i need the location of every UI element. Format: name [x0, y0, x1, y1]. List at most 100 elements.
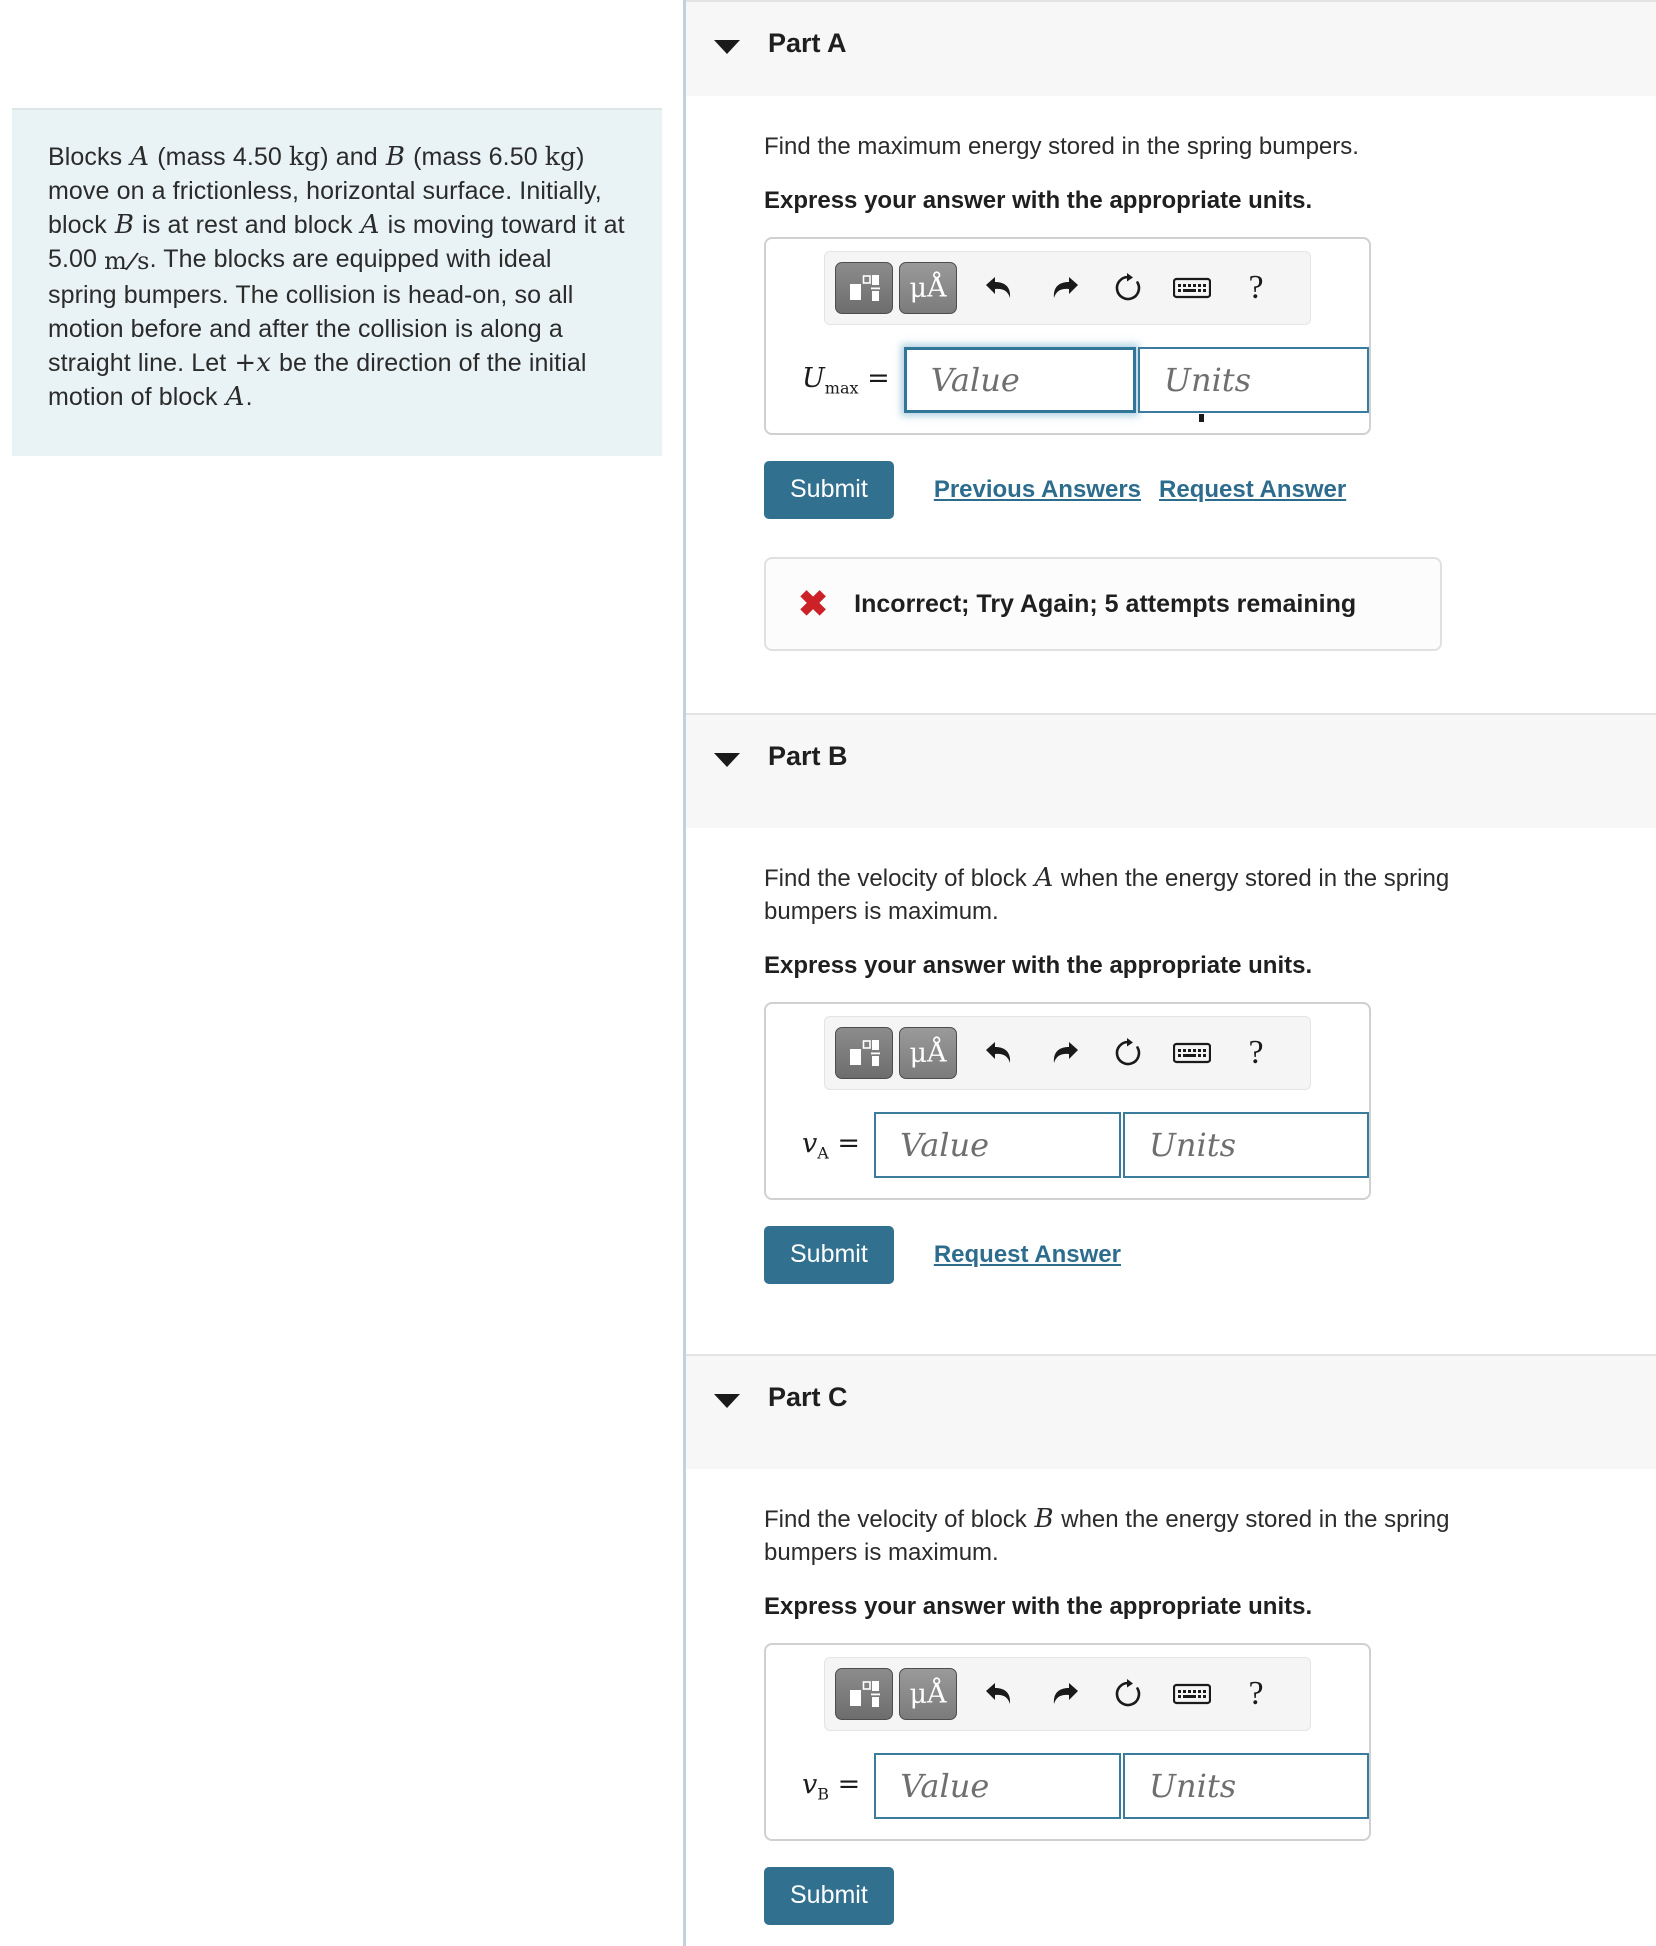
- part-a-title: Part A: [768, 28, 847, 58]
- part-b-body: Find the velocity of block A when the en…: [686, 828, 1656, 1354]
- part-c-submit-button[interactable]: Submit: [764, 1867, 894, 1925]
- incorrect-x-icon: ✖: [798, 583, 829, 624]
- part-b-value-input[interactable]: Value: [874, 1112, 1121, 1178]
- reset-circular-arrow-icon[interactable]: [1099, 1668, 1157, 1720]
- part-c-units-input[interactable]: Units: [1123, 1753, 1369, 1819]
- part-a-question: Find the maximum energy stored in the sp…: [764, 133, 1359, 160]
- keyboard-icon[interactable]: [1163, 1027, 1221, 1079]
- part-c-submit-row: Submit: [764, 1841, 1656, 1925]
- part-c-answer-panel: μÅ ? vB = Value Units: [764, 1643, 1371, 1841]
- part-b-units-input[interactable]: Units: [1122, 1112, 1369, 1178]
- chevron-down-icon[interactable]: [714, 1394, 740, 1408]
- part-c-instruction: Express your answer with the appropriate…: [764, 1593, 1313, 1620]
- help-question-mark-icon[interactable]: ?: [1227, 1668, 1285, 1720]
- part-c-equals: =: [837, 1768, 861, 1800]
- help-label: ?: [1248, 269, 1264, 306]
- math-fraction: m/s: [104, 246, 150, 276]
- reset-circular-arrow-icon[interactable]: [1099, 1027, 1157, 1079]
- part-c-variable-base: v: [802, 1768, 818, 1800]
- part-a-instruction: Express your answer with the appropriate…: [764, 187, 1313, 214]
- part-a-feedback-box: ✖ Incorrect; Try Again; 5 attempts remai…: [764, 557, 1442, 651]
- math-variable: A: [225, 382, 245, 412]
- help-question-mark-icon[interactable]: ?: [1227, 262, 1285, 314]
- undo-arrow-icon[interactable]: [971, 1668, 1029, 1720]
- math-unit: kg: [544, 142, 577, 171]
- part-a-answer-panel: μÅ ? Umax = Value Units: [764, 237, 1371, 435]
- part-c-header[interactable]: Part C: [686, 1354, 1656, 1469]
- part-a-math-toolbar: μÅ ?: [824, 251, 1311, 325]
- micro-angstrom-icon[interactable]: μÅ: [899, 1027, 957, 1079]
- part-b-question: Find the velocity of block A when the en…: [764, 828, 1524, 928]
- reset-circular-arrow-icon[interactable]: [1099, 262, 1157, 314]
- part-a-feedback-text: Incorrect; Try Again; 5 attempts remaini…: [854, 589, 1357, 618]
- problem-statement-box: Blocks A (mass 4.50 kg) and B (mass 6.50…: [12, 108, 662, 456]
- part-b-answer-panel: μÅ ? vA = Value Units: [764, 1002, 1371, 1200]
- math-variable: A: [130, 142, 150, 172]
- part-a-value-input[interactable]: Value: [903, 347, 1136, 413]
- keyboard-icon[interactable]: [1163, 1668, 1221, 1720]
- physics-homework-page: Blocks A (mass 4.50 kg) and B (mass 6.50…: [0, 0, 1656, 1946]
- keyboard-icon[interactable]: [1163, 262, 1221, 314]
- part-b-equals: =: [837, 1127, 861, 1159]
- part-a-header[interactable]: Part A: [686, 0, 1656, 96]
- part-b-variable-sub: A: [817, 1143, 829, 1163]
- redo-arrow-icon[interactable]: [1035, 1027, 1093, 1079]
- help-question-mark-icon[interactable]: ?: [1227, 1027, 1285, 1079]
- math-variable: A: [360, 210, 380, 240]
- math-template-icon[interactable]: [835, 1668, 893, 1720]
- part-c-title: Part C: [768, 1382, 848, 1412]
- micro-angstrom-label: μÅ: [909, 1678, 947, 1710]
- part-b-submit-button[interactable]: Submit: [764, 1226, 894, 1284]
- part-c-math-toolbar: μÅ ?: [824, 1657, 1311, 1731]
- part-c-variable-label: vB =: [802, 1769, 860, 1803]
- help-label: ?: [1248, 1034, 1264, 1071]
- part-b-variable-base: v: [802, 1127, 818, 1159]
- part-a-input-row: Umax = Value Units: [766, 325, 1369, 422]
- part-a-previous-answers-link[interactable]: Previous Answers: [934, 476, 1141, 504]
- part-b-question-var: A: [1034, 863, 1054, 893]
- part-c-question-pre: Find the velocity of block: [764, 1506, 1034, 1533]
- micro-angstrom-label: μÅ: [909, 272, 947, 304]
- part-a-variable-label: Umax =: [802, 363, 890, 397]
- part-b-submit-row: Submit Request Answer: [764, 1200, 1656, 1284]
- part-b-question-pre: Find the velocity of block: [764, 865, 1034, 892]
- chevron-down-icon[interactable]: [714, 40, 740, 54]
- part-c-input-row: vB = Value Units: [766, 1731, 1369, 1823]
- part-c-variable-sub: B: [817, 1784, 830, 1804]
- part-a-variable-base: U: [802, 362, 825, 394]
- help-label: ?: [1248, 1675, 1264, 1712]
- math-template-icon[interactable]: [835, 1027, 893, 1079]
- parts-column: Part A Find the maximum energy stored in…: [686, 0, 1656, 1946]
- part-b-variable-label: vA =: [802, 1128, 860, 1162]
- part-a-equals: =: [867, 362, 890, 394]
- part-b-header[interactable]: Part B: [686, 713, 1656, 828]
- micro-angstrom-label: μÅ: [909, 1037, 947, 1069]
- part-c-value-input[interactable]: Value: [874, 1753, 1122, 1819]
- math-variable: B: [385, 142, 406, 172]
- part-a-request-answer-link[interactable]: Request Answer: [1159, 476, 1346, 504]
- undo-arrow-icon[interactable]: [971, 262, 1029, 314]
- problem-statement-text: Blocks A (mass 4.50 kg) and B (mass 6.50…: [48, 142, 625, 412]
- part-c-question-var: B: [1034, 1504, 1054, 1534]
- part-a-body: Find the maximum energy stored in the sp…: [686, 96, 1656, 713]
- chevron-down-icon[interactable]: [714, 753, 740, 767]
- part-a-units-input[interactable]: Units: [1137, 347, 1369, 413]
- redo-arrow-icon[interactable]: [1035, 1668, 1093, 1720]
- part-b-request-answer-link[interactable]: Request Answer: [934, 1241, 1121, 1269]
- part-b-math-toolbar: μÅ ?: [824, 1016, 1311, 1090]
- part-b-instruction: Express your answer with the appropriate…: [764, 952, 1313, 979]
- math-variable: B: [114, 210, 135, 240]
- micro-angstrom-icon[interactable]: μÅ: [899, 262, 957, 314]
- part-a-submit-button[interactable]: Submit: [764, 461, 894, 519]
- part-a-variable-sub: max: [824, 378, 859, 398]
- part-a-submit-row: Submit Previous Answers Request Answer: [764, 435, 1656, 519]
- part-c-question: Find the velocity of block B when the en…: [764, 1469, 1524, 1569]
- redo-arrow-icon[interactable]: [1035, 262, 1093, 314]
- part-c-body: Find the velocity of block B when the en…: [686, 1469, 1656, 1946]
- math-variable: +x: [234, 348, 271, 378]
- undo-arrow-icon[interactable]: [971, 1027, 1029, 1079]
- math-template-icon[interactable]: [835, 262, 893, 314]
- part-b-input-row: vA = Value Units: [766, 1090, 1369, 1182]
- math-unit: kg: [288, 142, 321, 171]
- micro-angstrom-icon[interactable]: μÅ: [899, 1668, 957, 1720]
